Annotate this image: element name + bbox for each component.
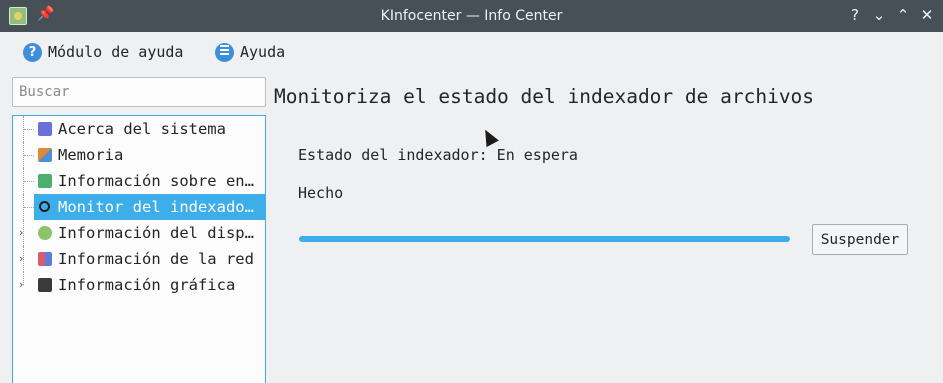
help-module-button[interactable]: ? Módulo de ayuda <box>23 41 183 63</box>
chevron-right-icon[interactable]: › <box>19 252 23 265</box>
window-title: KInfocenter — Info Center <box>380 8 563 24</box>
memory-chip-icon <box>38 148 52 162</box>
search-input[interactable] <box>12 77 266 107</box>
help-module-label: Módulo de ayuda <box>48 43 184 61</box>
tree-item-about-system[interactable]: Acerca del sistema <box>13 116 265 142</box>
tree-item-memory[interactable]: Memoria <box>13 142 265 168</box>
minimize-button[interactable]: ⌄ <box>869 5 889 25</box>
help-menu-label: Ayuda <box>240 43 286 61</box>
help-question-icon: ? <box>23 42 42 62</box>
context-help-button[interactable]: ? <box>845 5 865 25</box>
indexer-status-text: Estado del indexador: En espera <box>298 146 578 164</box>
tree-branch-line <box>24 155 34 156</box>
indexer-progress-bar <box>299 236 790 242</box>
title-bar: 📌 KInfocenter — Info Center ? ⌄ ⌃ ✕ <box>0 0 943 32</box>
tree-item-energy[interactable]: Información sobre ene… <box>13 168 265 194</box>
battery-icon <box>38 174 52 188</box>
tree-item-device-info[interactable]: › Información del dispo… <box>13 220 265 246</box>
tree-branch-line <box>24 181 34 182</box>
tree-item-label: Información sobre ene… <box>58 172 263 190</box>
graphics-icon <box>38 278 52 292</box>
tree-branch-line <box>24 207 34 208</box>
maximize-button[interactable]: ⌃ <box>893 5 913 25</box>
help-menu-button[interactable]: Ayuda <box>215 41 285 63</box>
device-icon <box>38 226 52 240</box>
tree-item-indexer-monitor[interactable]: Monitor del indexador… <box>13 194 265 220</box>
module-tree[interactable]: Acerca del sistema Memoria Información s… <box>12 115 266 383</box>
close-button[interactable]: ✕ <box>917 5 937 25</box>
tree-item-network-info[interactable]: › Información de la red <box>13 246 265 272</box>
magnifier-icon <box>39 201 50 212</box>
indexer-message-text: Hecho <box>298 184 344 202</box>
info-bulb-icon <box>38 122 52 136</box>
tree-item-label: Monitor del indexador… <box>58 198 263 216</box>
chevron-right-icon[interactable]: › <box>19 226 23 239</box>
page-title: Monitoriza el estado del indexador de ar… <box>274 85 815 108</box>
network-icon <box>38 252 52 266</box>
tree-branch-line <box>23 272 24 285</box>
mouse-cursor-icon <box>479 126 499 148</box>
tree-item-label: Acerca del sistema <box>58 120 226 138</box>
tree-item-label: Información gráfica <box>58 276 236 294</box>
tree-branch-line <box>24 129 34 130</box>
menu-icon <box>215 42 234 62</box>
suspend-button[interactable]: Suspender <box>812 224 908 255</box>
tree-item-label: Memoria <box>58 146 124 164</box>
tree-item-label: Información de la red <box>58 250 254 268</box>
tree-item-label: Información del dispo… <box>58 224 263 242</box>
tree-item-graphics-info[interactable]: › Información gráfica <box>13 272 265 298</box>
toolbar: ? Módulo de ayuda Ayuda <box>0 32 943 72</box>
